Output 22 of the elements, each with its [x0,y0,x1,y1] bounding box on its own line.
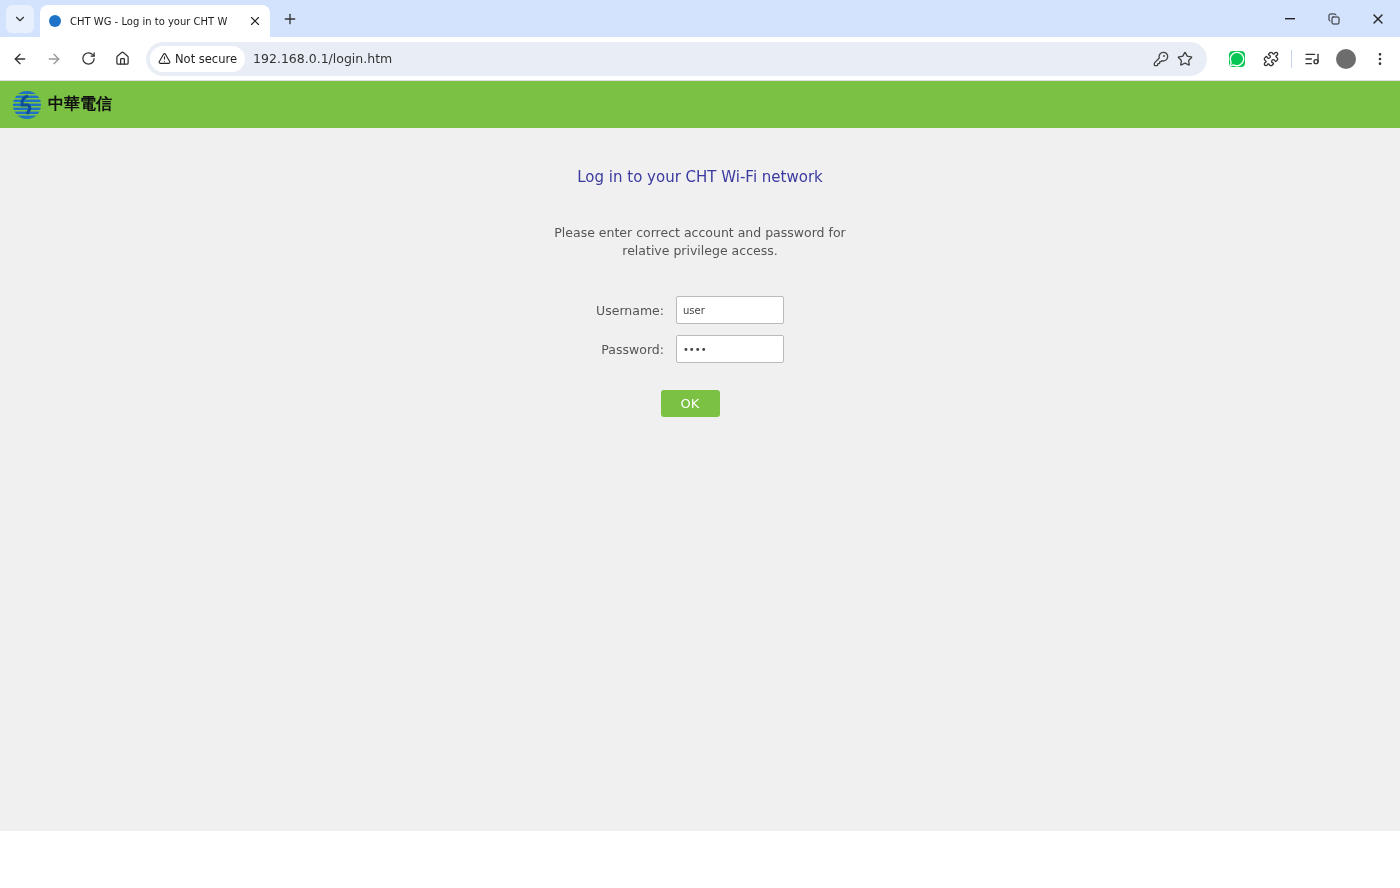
minimize-icon [1285,17,1295,20]
globe-logo-icon [12,89,42,120]
profile-avatar[interactable] [1336,48,1356,69]
close-icon[interactable] [248,14,262,28]
plus-icon [282,11,298,27]
input-field[interactable]: user [675,296,784,324]
login-message: Please enter correct account and password for relative privilege access. [553,224,847,260]
brand-text: 中華電信 [48,94,112,115]
home-icon [114,51,130,66]
address-bar[interactable]: Not secure 192.168.0.1/login.htm [146,41,1207,76]
security-chip[interactable]: Not secure [150,45,246,72]
url-text: 192.168.0.1/login.htm [253,51,394,66]
browser-tab[interactable]: CHT WG - Log in to your CHT W [40,5,270,37]
reload-icon [80,51,96,66]
login-title: Log in to your CHT Wi-Fi network [577,168,823,186]
input-field[interactable]: •••• [675,335,784,363]
star-icon[interactable] [1177,50,1193,67]
field-label: Username: [596,302,664,318]
warning-icon [158,52,171,65]
key-icon[interactable] [1153,50,1169,67]
field-label: Password: [600,341,664,357]
restore-icon [1328,12,1340,25]
